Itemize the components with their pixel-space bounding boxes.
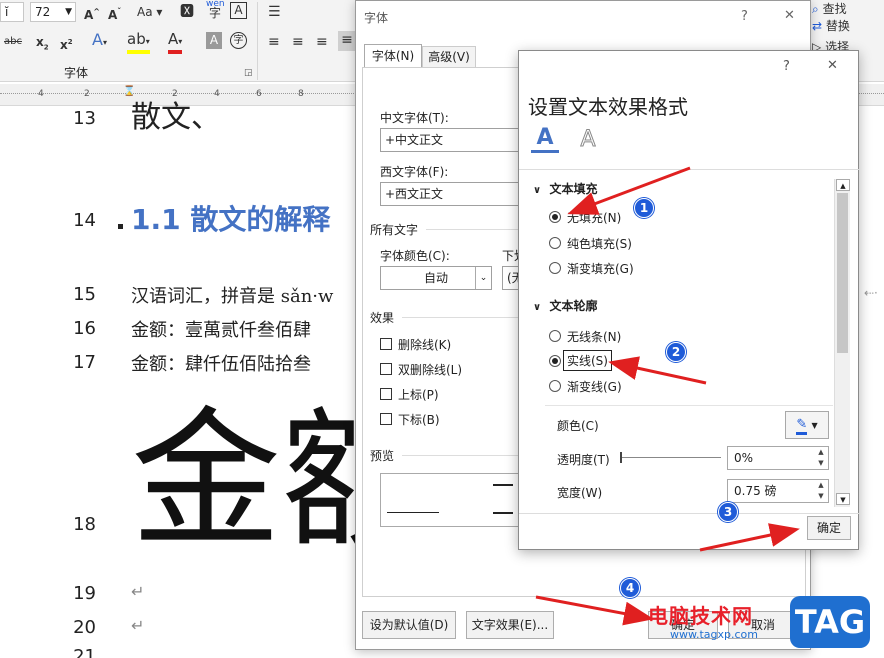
watermark-site-name: 电脑技术网 xyxy=(648,604,753,628)
arrow-to-no-fill xyxy=(567,166,691,215)
step-badge-4: 4 xyxy=(620,578,640,598)
arrow-to-font-ok xyxy=(535,595,654,626)
watermark-url: www.tagxp.com xyxy=(670,628,758,641)
step-badge-2: 2 xyxy=(666,342,686,362)
watermark-tag-logo: TAG xyxy=(790,596,870,648)
step-badge-1: 1 xyxy=(634,198,654,218)
step-badge-3: 3 xyxy=(718,502,738,522)
arrow-to-solid-line xyxy=(608,356,707,385)
arrow-to-effects-ok xyxy=(699,523,800,552)
annotation-arrows xyxy=(535,166,800,626)
